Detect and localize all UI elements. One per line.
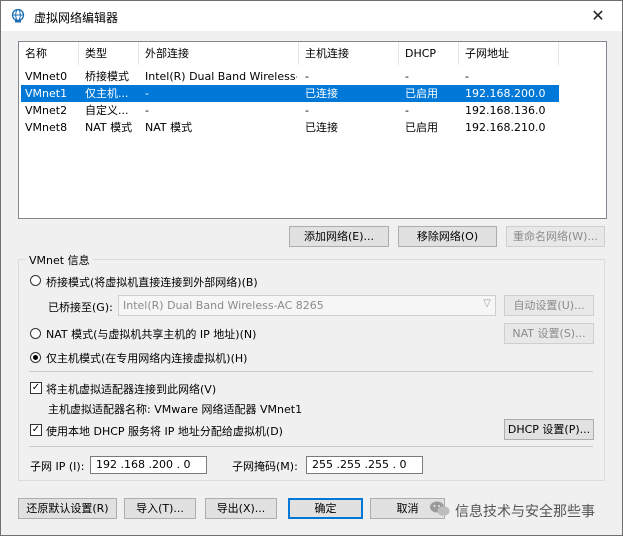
divider (29, 446, 593, 447)
column-header-subnet[interactable]: 子网地址 (459, 42, 559, 65)
close-button[interactable]: ✕ (578, 1, 618, 31)
adapter-name-label: 主机虚拟适配器名称: VMware 网络适配器 VMnet1 (48, 403, 303, 416)
nat-settings-button[interactable]: NAT 设置(S)... (504, 323, 594, 344)
cell-type: 桥接模式 (85, 70, 129, 83)
dhcp-settings-button[interactable]: DHCP 设置(P)... (504, 419, 594, 440)
cell-name: VMnet0 (25, 70, 68, 83)
vmnet-info-group (18, 259, 605, 481)
add-network-button[interactable]: 添加网络(E)... (289, 226, 389, 247)
column-header-dhcp[interactable]: DHCP (399, 42, 459, 65)
use-dhcp-checkbox[interactable]: ✓ (30, 424, 42, 436)
nat-mode-radio[interactable] (30, 328, 41, 339)
cell-host: 已连接 (305, 87, 338, 100)
cell-external: Intel(R) Dual Band Wireless-... (145, 70, 297, 83)
connect-adapter-checkbox[interactable]: ✓ (30, 382, 42, 394)
cell-type: 自定义... (85, 104, 129, 117)
cell-external: NAT 模式 (145, 121, 193, 134)
cell-external: - (145, 87, 149, 100)
subnet-mask-label: 子网掩码(M): (232, 460, 298, 473)
bridged-mode-radio[interactable] (30, 275, 41, 286)
subnet-ip-label: 子网 IP (I): (30, 460, 85, 473)
cell-subnet: 192.168.200.0 (465, 87, 546, 100)
subnet-ip-input[interactable]: 192 .168 .200 . 0 (90, 456, 207, 474)
watermark: 信息技术与安全那些事 (429, 498, 619, 522)
restore-defaults-button[interactable]: 还原默认设置(R) (18, 498, 117, 519)
remove-network-button[interactable]: 移除网络(O) (398, 226, 497, 247)
network-list[interactable]: 名称 类型 外部连接 主机连接 DHCP 子网地址 VMnet0 桥接模式 Inte… (18, 41, 607, 219)
use-dhcp-label[interactable]: 使用本地 DHCP 服务将 IP 地址分配给虚拟机(D) (46, 423, 283, 439)
cell-dhcp: - (405, 70, 409, 83)
auto-settings-button[interactable]: 自动设置(U)... (504, 295, 594, 316)
network-globe-icon (10, 8, 26, 24)
cell-type: 仅主机... (85, 87, 129, 100)
title-bar: 虚拟网络编辑器 ✕ (1, 1, 622, 31)
cell-subnet: 192.168.210.0 (465, 121, 546, 134)
cell-dhcp: 已启用 (405, 87, 438, 100)
close-icon: ✕ (591, 6, 605, 25)
wechat-icon (429, 500, 451, 518)
subnet-mask-input[interactable]: 255 .255 .255 . 0 (306, 456, 423, 474)
vmnet-info-label: VMnet 信息 (26, 252, 93, 268)
host-only-mode-radio[interactable] (30, 352, 41, 363)
bridged-mode-label[interactable]: 桥接模式(将虚拟机直接连接到外部网络)(B) (46, 274, 258, 290)
export-button[interactable]: 导出(X)... (205, 498, 277, 519)
watermark-text: 信息技术与安全那些事 (455, 504, 595, 520)
cell-name: VMnet1 (25, 87, 68, 100)
column-header-type[interactable]: 类型 (79, 42, 139, 65)
column-header-host[interactable]: 主机连接 (299, 42, 399, 65)
network-row[interactable]: VMnet1 仅主机... - 已连接 已启用 192.168.200.0 (19, 85, 606, 102)
cell-host: 已连接 (305, 121, 338, 134)
cell-name: VMnet8 (25, 121, 68, 134)
cell-external: - (145, 104, 149, 117)
divider (29, 371, 593, 372)
cell-subnet: - (465, 70, 469, 83)
column-header-external[interactable]: 外部连接 (139, 42, 299, 65)
bridged-to-value: Intel(R) Dual Band Wireless-AC 8265 (123, 299, 324, 312)
host-only-mode-label[interactable]: 仅主机模式(在专用网络内连接虚拟机)(H) (46, 350, 247, 366)
virtual-network-editor-window: 虚拟网络编辑器 ✕ 名称 类型 外部连接 主机连接 DHCP 子网地址 VMne… (0, 0, 623, 536)
window-title: 虚拟网络编辑器 (34, 11, 119, 25)
bridged-to-select[interactable]: Intel(R) Dual Band Wireless-AC 8265 ▽ (118, 295, 496, 316)
list-header: 名称 类型 外部连接 主机连接 DHCP 子网地址 (19, 42, 606, 65)
nat-mode-label[interactable]: NAT 模式(与虚拟机共享主机的 IP 地址)(N) (46, 326, 256, 342)
cell-name: VMnet2 (25, 104, 68, 117)
network-row[interactable]: VMnet2 自定义... - - - 192.168.136.0 (19, 102, 606, 119)
cell-dhcp: 已启用 (405, 121, 438, 134)
network-row[interactable]: VMnet8 NAT 模式 NAT 模式 已连接 已启用 192.168.210.0 (19, 119, 606, 136)
import-button[interactable]: 导入(T)... (124, 498, 196, 519)
rename-network-button[interactable]: 重命名网络(W)... (506, 226, 605, 247)
cell-host: - (305, 104, 309, 117)
bridged-to-label: 已桥接至(G): (48, 301, 113, 314)
chevron-down-icon: ▽ (483, 298, 491, 309)
network-row[interactable]: VMnet0 桥接模式 Intel(R) Dual Band Wireless-..… (19, 68, 606, 85)
ok-button[interactable]: 确定 (288, 498, 363, 519)
cell-host: - (305, 70, 309, 83)
cell-subnet: 192.168.136.0 (465, 104, 546, 117)
cell-dhcp: - (405, 104, 409, 117)
cell-type: NAT 模式 (85, 121, 133, 134)
column-header-name[interactable]: 名称 (19, 42, 79, 65)
connect-adapter-label[interactable]: 将主机虚拟适配器连接到此网络(V) (46, 381, 216, 397)
